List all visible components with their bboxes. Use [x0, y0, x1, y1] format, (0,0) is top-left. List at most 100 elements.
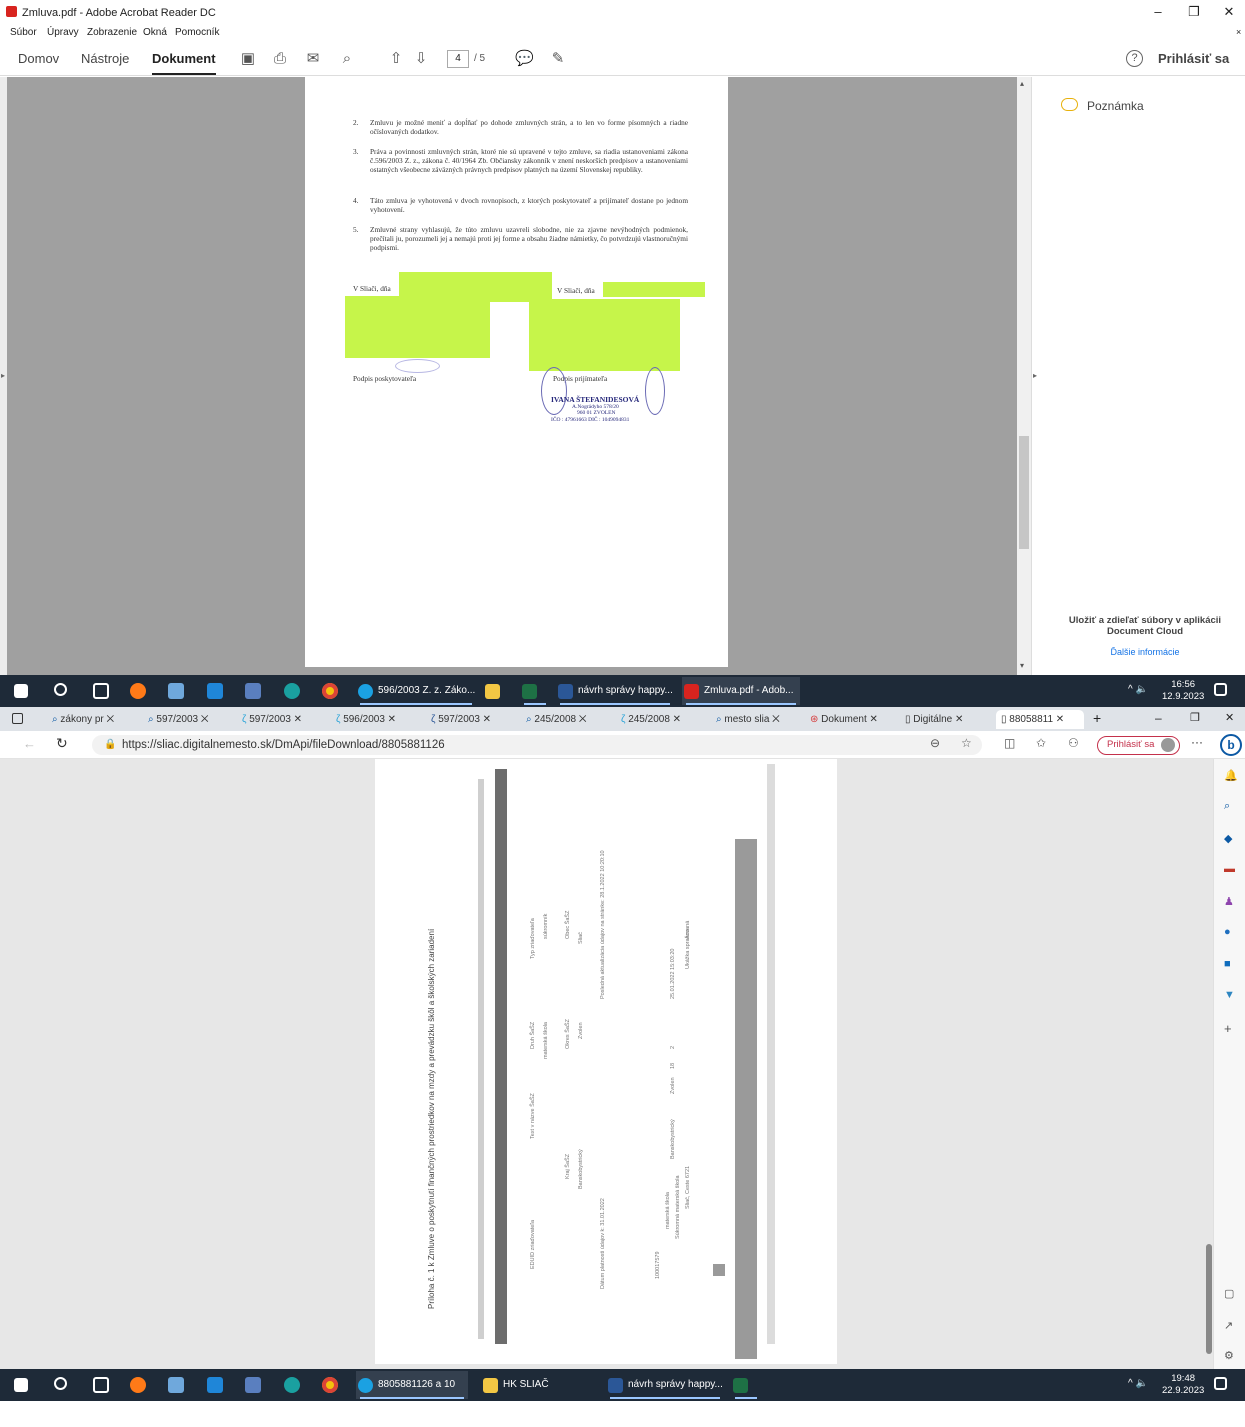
refresh-icon[interactable]: ↻ [56, 735, 68, 752]
sidebar-layout-icon[interactable]: ▢ [1224, 1287, 1234, 1300]
taskbar-word-app[interactable]: návrh správy happy... [556, 677, 674, 705]
save-icon[interactable]: ▣ [239, 50, 257, 68]
note-label[interactable]: Poznámka [1087, 99, 1144, 113]
menu-edit[interactable]: Úpravy [47, 27, 79, 38]
camera-app-icon[interactable] [284, 1377, 300, 1393]
start-icon[interactable] [14, 1378, 28, 1392]
taskbar-excel-app[interactable] [520, 677, 550, 705]
task-view-icon[interactable] [93, 683, 109, 699]
collapse-pane-icon[interactable]: ▸ [1033, 371, 1037, 380]
favorites-icon[interactable]: ✩ [1036, 736, 1046, 750]
page-number-input[interactable]: 4 [447, 50, 469, 68]
menu-file[interactable]: Súbor [10, 27, 37, 38]
back-icon[interactable]: ← [23, 736, 36, 751]
media-icon[interactable] [207, 683, 223, 699]
printer-icon[interactable] [245, 1377, 261, 1393]
outlook-icon[interactable]: ■ [1224, 958, 1231, 970]
menu-help[interactable]: Pomocník [175, 27, 219, 38]
tab-home[interactable]: Domov [18, 51, 59, 66]
office-icon[interactable]: ● [1224, 926, 1231, 938]
taskbar-clock[interactable]: 16:56 12.9.2023 [1162, 679, 1204, 703]
tab-actions-icon[interactable] [12, 713, 23, 724]
drop-icon[interactable]: ▼ [1224, 989, 1235, 1001]
add-sidebar-icon[interactable]: + [1224, 1021, 1232, 1036]
firefox-icon[interactable] [130, 683, 146, 699]
tray-icons[interactable]: ^ 🔈 [1128, 684, 1148, 695]
task-view-icon[interactable] [93, 1377, 109, 1393]
paint-icon[interactable] [168, 1377, 184, 1393]
paint-icon[interactable] [168, 683, 184, 699]
edge-tab[interactable]: ζ 245/2008 ✕ [621, 710, 705, 729]
extensions-icon[interactable]: ⚇ [1068, 736, 1079, 750]
taskbar-explorer-app[interactable]: HK SLIAČ [481, 1371, 599, 1399]
print-icon[interactable]: ⎙ [271, 50, 289, 68]
copilot-icon[interactable]: b [1220, 734, 1242, 756]
expand-left-icon[interactable]: ▸ [1, 371, 5, 380]
tab-tools[interactable]: Nástroje [81, 51, 129, 66]
edge-tab[interactable]: ζ 597/2003 ✕ [242, 710, 326, 729]
edge-minimize-button[interactable]: – [1155, 711, 1162, 725]
toolbox-icon[interactable]: ▬ [1224, 863, 1235, 875]
chrome-icon[interactable] [322, 683, 338, 699]
menu-window[interactable]: Okná [143, 27, 167, 38]
vertical-scrollbar[interactable]: ▴ ▾ [1017, 77, 1031, 675]
url-field[interactable]: 🔒 https://sliac.digitalnemesto.sk/DmApi/… [92, 735, 982, 755]
edge-tab[interactable]: ⌕ 245/2008 ✕ [526, 710, 610, 729]
printer-icon[interactable] [245, 683, 261, 699]
split-screen-icon[interactable]: ◫ [1004, 736, 1015, 750]
firefox-icon[interactable] [130, 1377, 146, 1393]
minimize-button[interactable]: – [1146, 4, 1170, 20]
edge-tab[interactable]: ζ 596/2003 ✕ [336, 710, 420, 729]
scrollbar-thumb[interactable] [1019, 436, 1029, 549]
taskbar-edge-app[interactable]: 8805881126 a 10 ďa... [356, 1371, 468, 1418]
sign-in-button[interactable]: Prihlásiť sa [1158, 51, 1229, 66]
edge-close-button[interactable]: ✕ [1225, 711, 1234, 724]
games-icon[interactable]: ♟ [1224, 895, 1234, 908]
search-icon[interactable] [54, 1377, 67, 1390]
edge-tab-active[interactable]: ▯ 88058811 ✕ [996, 710, 1084, 729]
page-up-icon[interactable]: ⇧ [387, 50, 405, 68]
scroll-down-icon[interactable]: ▾ [1020, 661, 1024, 670]
chrome-icon[interactable] [322, 1377, 338, 1393]
taskbar-acrobat-app[interactable]: Zmluva.pdf - Adob... [682, 677, 800, 705]
comment-icon[interactable]: 💬 [515, 50, 534, 68]
edge-tab[interactable]: ⌕ 597/2003 ✕ [148, 710, 232, 729]
search-sidebar-icon[interactable]: ⌕ [1224, 800, 1230, 813]
restore-button[interactable]: ❐ [1182, 4, 1206, 20]
page-scroll-thumb[interactable] [1206, 1244, 1212, 1354]
edge-sign-in-button[interactable]: Prihlásiť sa [1097, 736, 1180, 755]
taskbar-clock[interactable]: 19:48 22.9.2023 [1162, 1373, 1204, 1397]
edge-tab[interactable]: ⌕ zákony pr ✕ [52, 710, 140, 729]
taskbar-explorer-app[interactable] [483, 677, 505, 705]
bell-icon[interactable]: 🔔 [1224, 769, 1238, 782]
edge-restore-button[interactable]: ❐ [1190, 711, 1200, 724]
email-icon[interactable]: ✉ [304, 50, 322, 68]
search-icon[interactable]: ⌕ [338, 50, 356, 68]
media-icon[interactable] [207, 1377, 223, 1393]
tray-icons[interactable]: ^ 🔈 [1128, 1378, 1148, 1389]
camera-app-icon[interactable] [284, 683, 300, 699]
edge-tab[interactable]: ▯ Digitálne ✕ [905, 710, 991, 729]
help-icon[interactable]: ? [1126, 50, 1143, 67]
taskbar-excel-app[interactable] [731, 1371, 761, 1399]
new-tab-icon[interactable]: + [1093, 710, 1101, 726]
settings-icon[interactable]: ⚙ [1224, 1349, 1234, 1362]
edge-tab[interactable]: ⊛ Dokument ✕ [810, 710, 896, 729]
tab-document[interactable]: Dokument [152, 51, 216, 75]
notifications-icon[interactable] [1214, 1377, 1227, 1390]
notifications-icon[interactable] [1214, 683, 1227, 696]
more-info-link[interactable]: Ďalšie informácie [1052, 647, 1238, 657]
edge-tab[interactable]: ⌕ mesto slia ✕ [716, 710, 800, 729]
open-external-icon[interactable]: ↗ [1224, 1319, 1233, 1332]
close-button[interactable]: ✕ [1217, 4, 1241, 20]
page-down-icon[interactable]: ⇩ [412, 50, 430, 68]
taskbar-edge-app[interactable]: 596/2003 Z. z. Záko... [356, 677, 476, 705]
zoom-icon[interactable]: ⊖ [930, 736, 940, 750]
taskbar-word-app[interactable]: návrh správy happy... [606, 1371, 724, 1399]
left-panel-collapsed[interactable]: ▸ [0, 77, 7, 675]
edge-tab[interactable]: ζ 597/2003 ✕ [431, 710, 515, 729]
pen-icon[interactable]: ✎ [549, 50, 567, 68]
menu-close-icon[interactable]: × [1236, 27, 1241, 37]
scroll-up-icon[interactable]: ▴ [1020, 79, 1024, 88]
tag-icon[interactable]: ◆ [1224, 832, 1232, 845]
